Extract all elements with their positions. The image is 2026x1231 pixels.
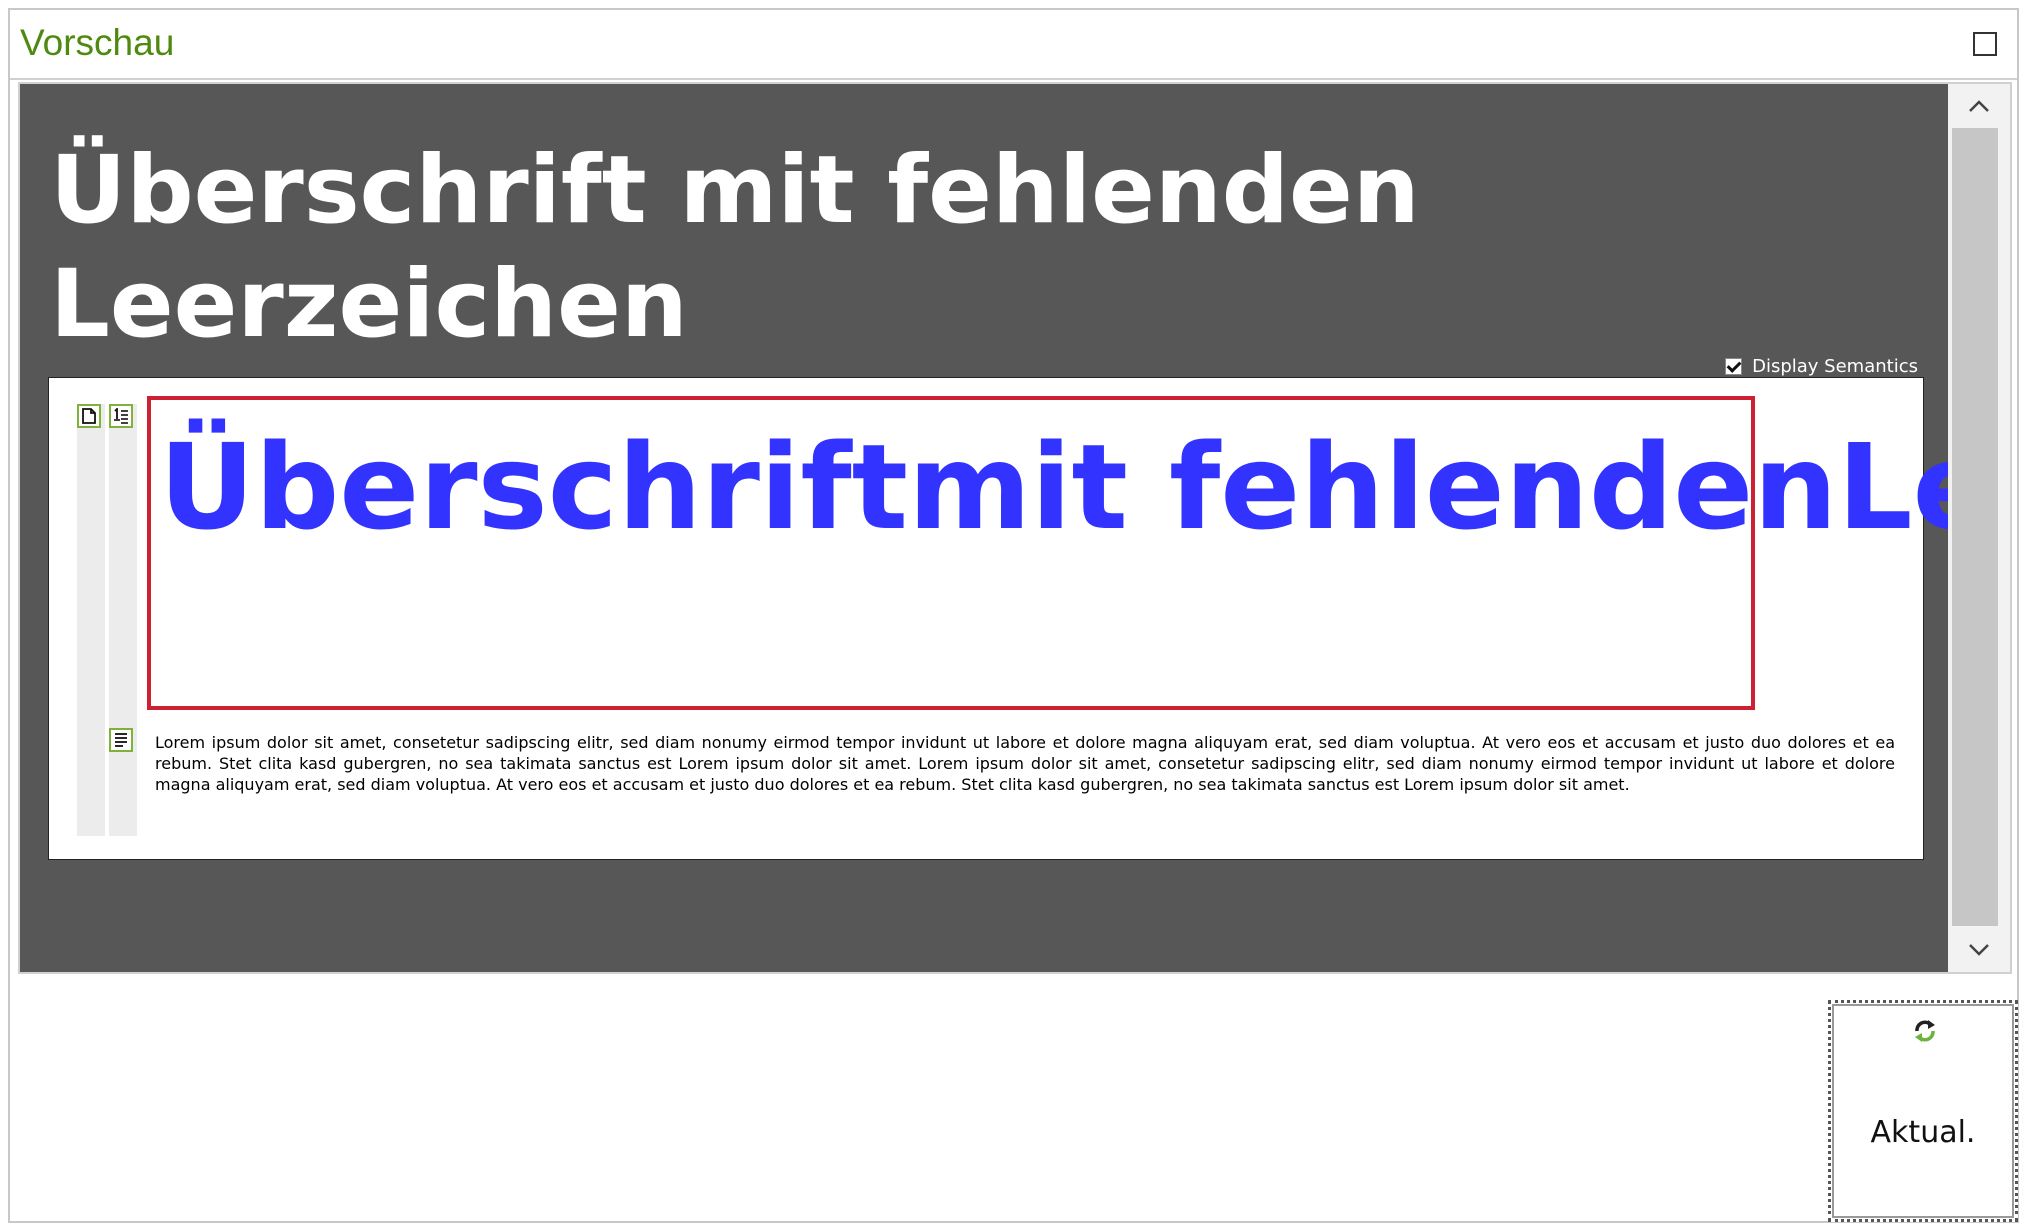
element-structure-gutter <box>109 404 137 836</box>
panel-header: Vorschau <box>10 10 2017 80</box>
chevron-up-icon <box>1969 100 1989 112</box>
preview-panel: Vorschau Überschrift mit fehlenden Leerz… <box>8 8 2019 1223</box>
document-icon[interactable] <box>77 404 101 428</box>
display-semantics-checkbox[interactable] <box>1725 358 1743 375</box>
refresh-icon <box>1915 1020 1935 1042</box>
semantic-heading: Überschriftmit fehlendenLeerzeichen <box>159 412 1948 562</box>
preview-canvas: Überschrift mit fehlenden Leerzeichen Di… <box>20 84 1948 972</box>
chevron-down-icon <box>1969 944 1989 956</box>
scroll-up-button[interactable] <box>1948 84 2010 128</box>
paragraph-icon[interactable] <box>109 728 133 752</box>
semantic-heading-text: Überschriftmit fehlendenLeerzeichen <box>159 418 1948 556</box>
display-semantics-toggle[interactable]: Display Semantics <box>1725 356 1918 377</box>
preview-viewport: Überschrift mit fehlenden Leerzeichen Di… <box>18 82 2012 974</box>
scroll-thumb[interactable] <box>1952 128 1998 926</box>
scroll-down-button[interactable] <box>1948 928 2010 972</box>
heading-icon[interactable] <box>109 404 133 428</box>
document-structure-gutter <box>77 404 105 836</box>
heading-highlight-box[interactable]: Überschriftmit fehlendenLeerzeichen <box>147 396 1948 710</box>
rendered-heading: Überschrift mit fehlenden Leerzeichen <box>50 136 1420 359</box>
vertical-scrollbar[interactable] <box>1948 84 2010 972</box>
maximize-icon[interactable] <box>1973 32 1997 56</box>
refresh-label: Aktual. <box>1870 1115 1976 1150</box>
display-semantics-label: Display Semantics <box>1752 356 1918 377</box>
refresh-button[interactable]: Aktual. <box>1828 1000 2018 1222</box>
panel-title: Vorschau <box>20 22 175 63</box>
semantic-page: Überschriftmit fehlendenLeerzeichen Lore… <box>48 377 1948 860</box>
paragraph-text: Lorem ipsum dolor sit amet, consetetur s… <box>155 733 1895 794</box>
